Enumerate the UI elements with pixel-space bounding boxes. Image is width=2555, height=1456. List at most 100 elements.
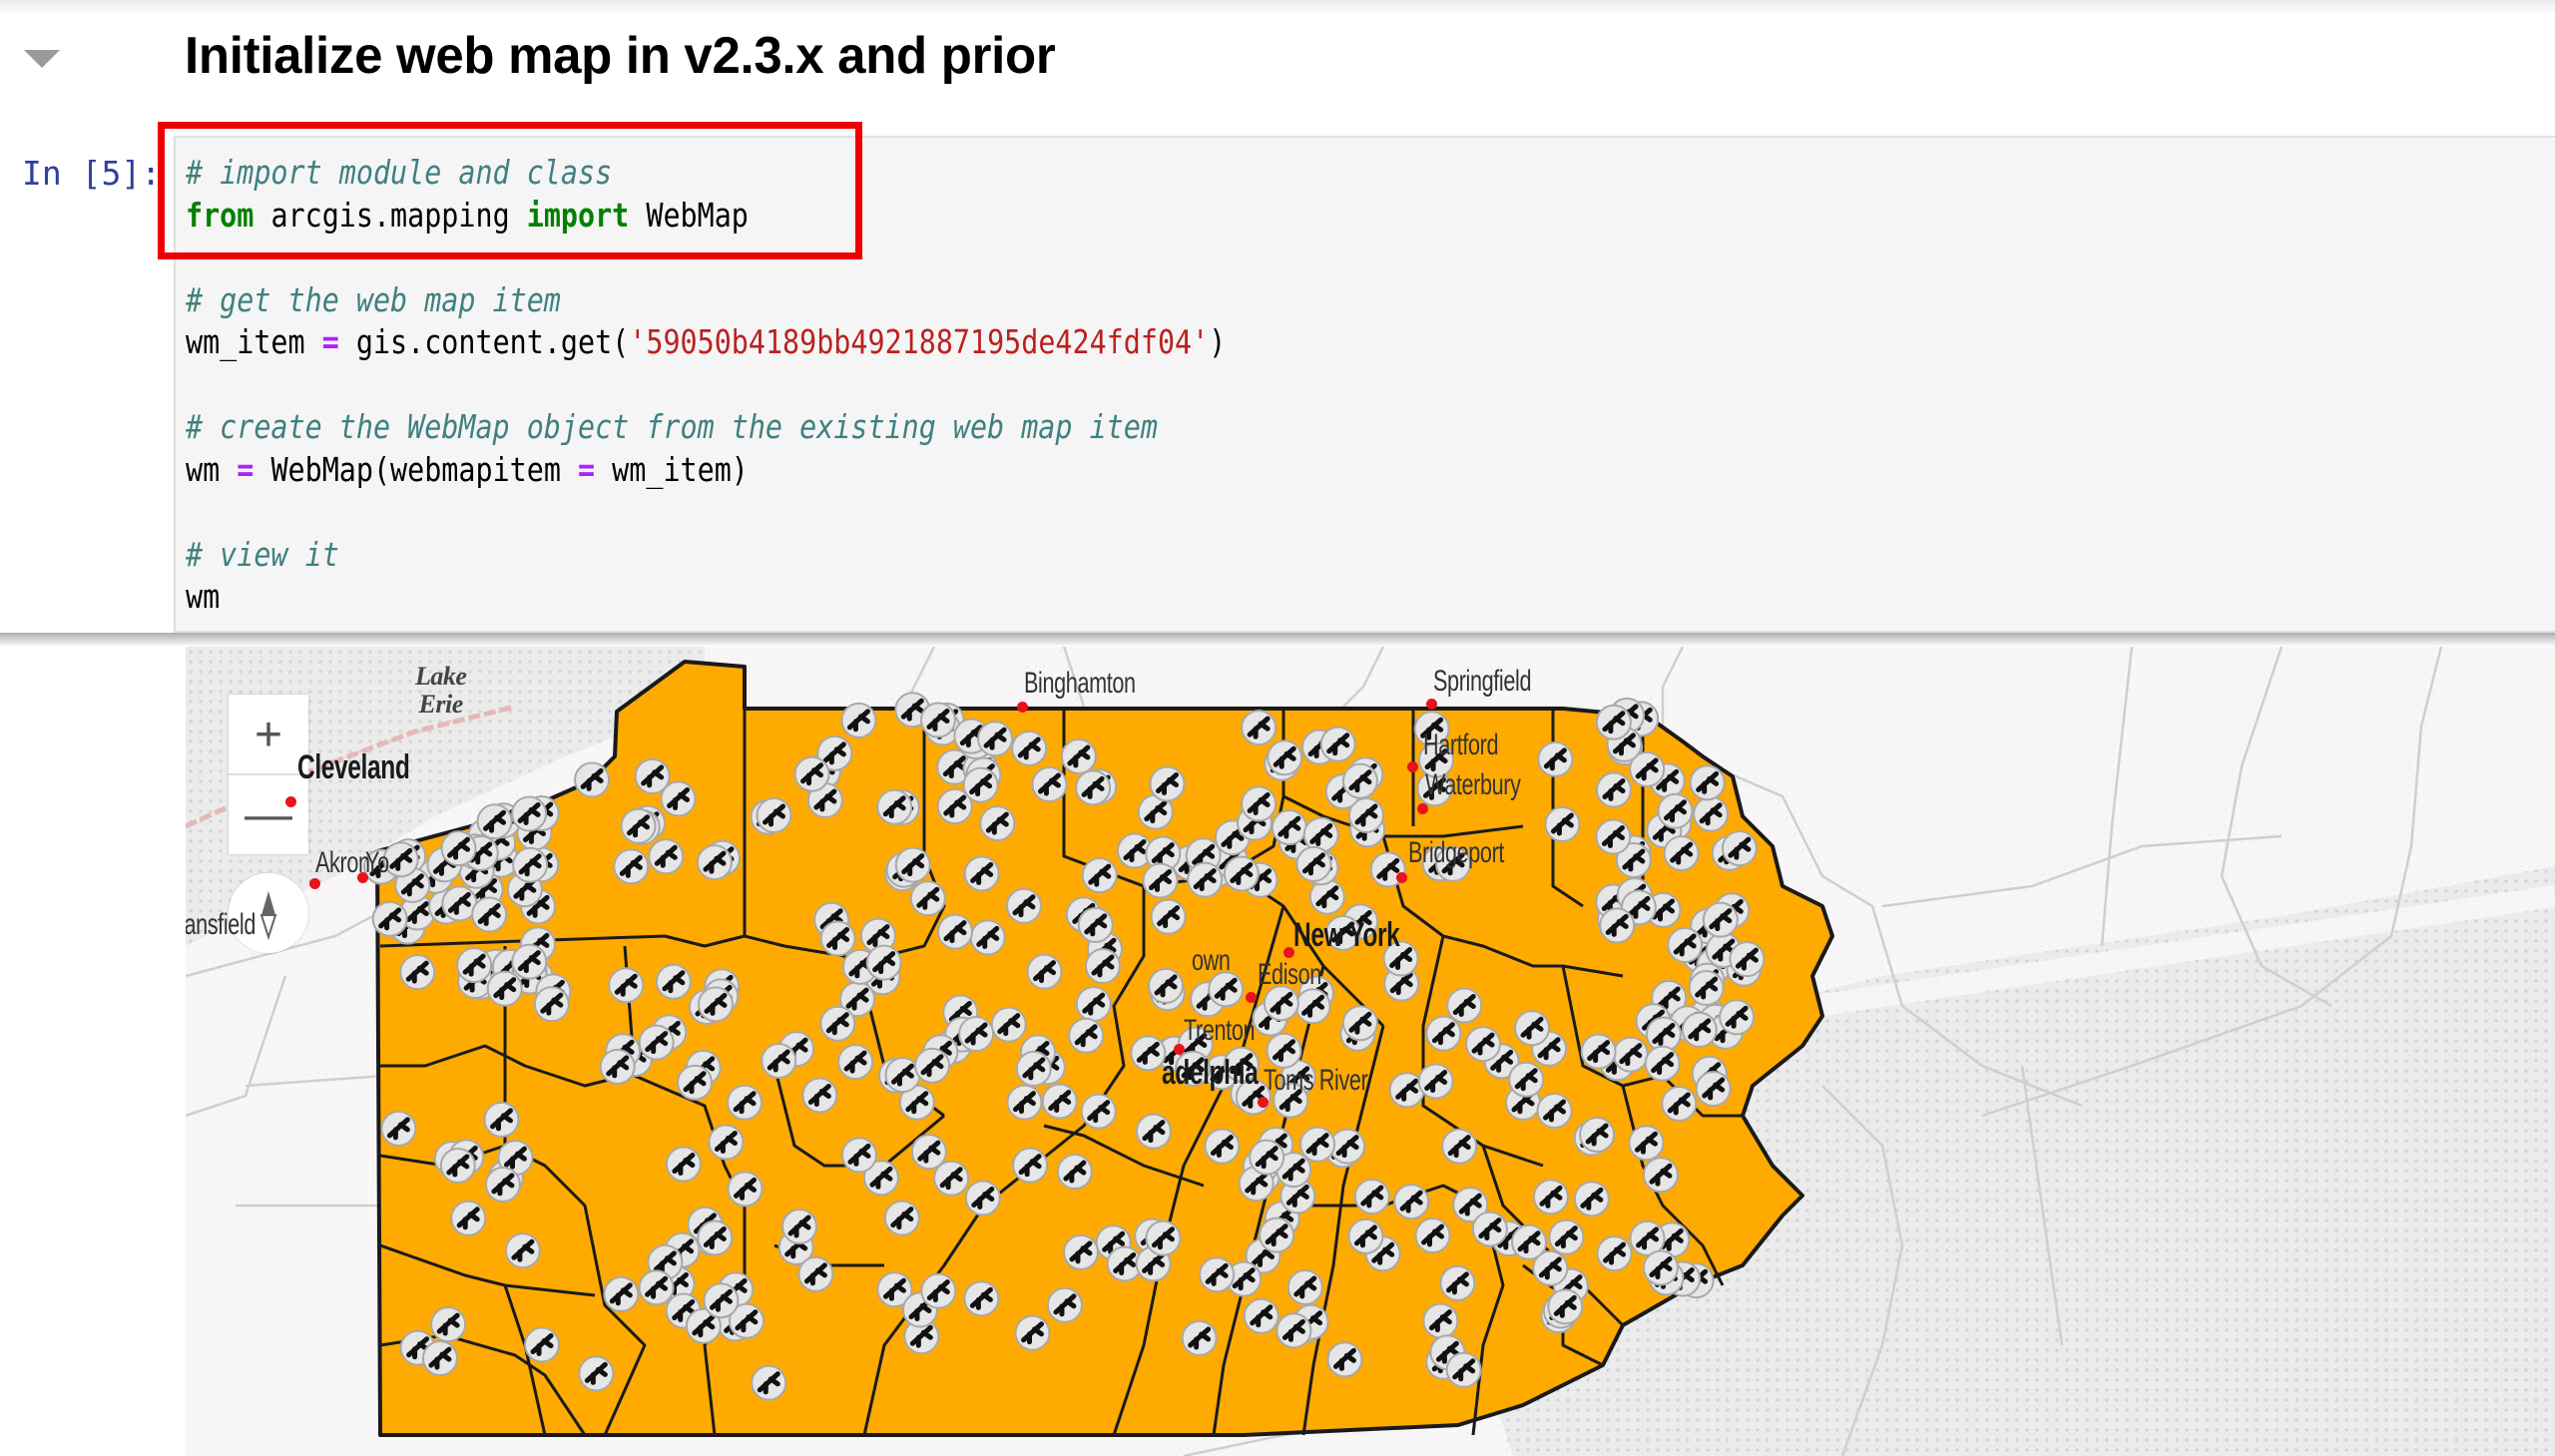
airport-marker[interactable] (979, 805, 1016, 842)
airport-marker[interactable] (797, 1255, 834, 1292)
zoom-in-button[interactable]: + (229, 695, 308, 774)
airport-marker[interactable] (1041, 1083, 1078, 1120)
airport-marker[interactable] (1084, 948, 1121, 985)
airport-marker[interactable] (1445, 1351, 1482, 1388)
airport-marker[interactable] (1695, 1071, 1732, 1108)
airport-marker[interactable] (727, 1171, 764, 1208)
airport-marker[interactable] (1012, 1147, 1049, 1184)
airport-marker[interactable] (1015, 1050, 1052, 1087)
airport-marker[interactable] (511, 943, 548, 980)
airport-marker[interactable] (1266, 1032, 1302, 1069)
collapse-section-caret-icon[interactable] (24, 50, 60, 68)
airport-marker[interactable] (1688, 970, 1725, 1007)
airport-marker[interactable] (909, 880, 946, 917)
airport-marker[interactable] (964, 1180, 1001, 1216)
airport-marker[interactable] (1544, 805, 1581, 842)
airport-marker[interactable] (1347, 1217, 1384, 1254)
airport-marker[interactable] (1508, 1061, 1545, 1098)
airport-marker[interactable] (1417, 1063, 1454, 1100)
airport-marker[interactable] (1081, 857, 1118, 894)
airport-marker[interactable] (913, 1047, 950, 1084)
airport-marker[interactable] (1612, 1036, 1649, 1073)
airport-marker[interactable] (634, 757, 671, 794)
airport-marker[interactable] (533, 986, 570, 1023)
airport-marker[interactable] (1199, 1256, 1236, 1293)
airport-marker[interactable] (1547, 1288, 1584, 1325)
airport-marker[interactable] (1719, 999, 1756, 1036)
airport-marker[interactable] (1142, 862, 1179, 899)
airport-marker[interactable] (1721, 830, 1758, 867)
airport-marker[interactable] (638, 1024, 675, 1061)
airport-marker[interactable] (483, 1101, 520, 1138)
airport-marker[interactable] (421, 1340, 458, 1377)
airport-marker[interactable] (1326, 1341, 1363, 1378)
airport-marker[interactable] (1464, 1026, 1501, 1063)
airport-marker[interactable] (471, 896, 508, 933)
airport-marker[interactable] (933, 1160, 970, 1197)
airport-marker[interactable] (703, 1282, 740, 1319)
airport-marker[interactable] (727, 1084, 764, 1121)
airport-marker[interactable] (1329, 1128, 1366, 1165)
airport-marker[interactable] (696, 844, 733, 881)
airport-marker[interactable] (1580, 1033, 1617, 1070)
airport-marker[interactable] (399, 954, 436, 991)
airport-marker[interactable] (1663, 835, 1700, 872)
web-map[interactable]: + — Cleveland Akron Yo lansfield Binghamton S… (186, 647, 2555, 1456)
airport-marker[interactable] (1537, 740, 1574, 777)
airport-marker[interactable] (1271, 809, 1307, 846)
airport-marker[interactable] (990, 1006, 1027, 1043)
airport-marker[interactable] (371, 900, 408, 937)
airport-marker[interactable] (1068, 1017, 1105, 1054)
airport-marker[interactable] (1514, 1010, 1551, 1047)
airport-marker[interactable] (1056, 1154, 1093, 1191)
airport-marker[interactable] (936, 913, 973, 950)
airport-marker[interactable] (756, 796, 792, 833)
airport-marker[interactable] (1294, 988, 1331, 1025)
airport-marker[interactable] (430, 1306, 467, 1343)
airport-marker[interactable] (1642, 1157, 1679, 1194)
airport-marker[interactable] (613, 848, 650, 885)
airport-marker[interactable] (1595, 818, 1632, 855)
airport-marker[interactable] (1644, 1045, 1681, 1082)
airport-marker[interactable] (920, 1272, 957, 1309)
airport-marker[interactable] (1308, 878, 1345, 915)
airport-marker[interactable] (1014, 1314, 1051, 1351)
airport-marker[interactable] (761, 1042, 797, 1079)
airport-marker[interactable] (524, 1326, 561, 1363)
airport-marker[interactable] (1241, 710, 1278, 746)
airport-marker[interactable] (677, 1064, 714, 1101)
airport-marker[interactable] (603, 1275, 640, 1312)
airport-marker[interactable] (977, 721, 1014, 757)
airport-marker[interactable] (440, 830, 477, 867)
airport-marker[interactable] (963, 855, 1000, 892)
airport-marker[interactable] (1005, 887, 1042, 924)
airport-marker[interactable] (638, 1269, 675, 1306)
airport-marker[interactable] (1060, 737, 1097, 774)
airport-marker[interactable] (1599, 907, 1636, 944)
airport-marker[interactable] (1532, 1179, 1569, 1215)
airport-marker[interactable] (708, 1124, 745, 1161)
airport-marker[interactable] (450, 1200, 487, 1236)
airport-marker[interactable] (1302, 816, 1339, 853)
airport-marker[interactable] (1075, 986, 1112, 1023)
airport-marker[interactable] (801, 1077, 838, 1114)
airport-marker[interactable] (1579, 1116, 1616, 1153)
airport-marker[interactable] (1259, 1216, 1295, 1253)
airport-marker[interactable] (1135, 1113, 1172, 1150)
airport-marker[interactable] (1077, 906, 1114, 943)
airport-marker[interactable] (1011, 729, 1048, 766)
airport-marker[interactable] (484, 1166, 521, 1203)
airport-marker[interactable] (1341, 1005, 1378, 1042)
airport-marker[interactable] (1414, 1217, 1451, 1254)
airport-marker[interactable] (1276, 1312, 1312, 1349)
airport-marker[interactable] (1422, 1302, 1459, 1339)
airport-marker[interactable] (1267, 739, 1303, 776)
airport-marker[interactable] (781, 1209, 818, 1245)
airport-marker[interactable] (1595, 771, 1632, 808)
airport-marker[interactable] (1149, 765, 1186, 802)
airport-marker[interactable] (655, 963, 692, 1000)
airport-marker[interactable] (578, 1355, 615, 1392)
airport-marker[interactable] (1573, 1181, 1610, 1217)
airport-marker[interactable] (840, 702, 877, 738)
airport-marker[interactable] (1223, 855, 1260, 892)
